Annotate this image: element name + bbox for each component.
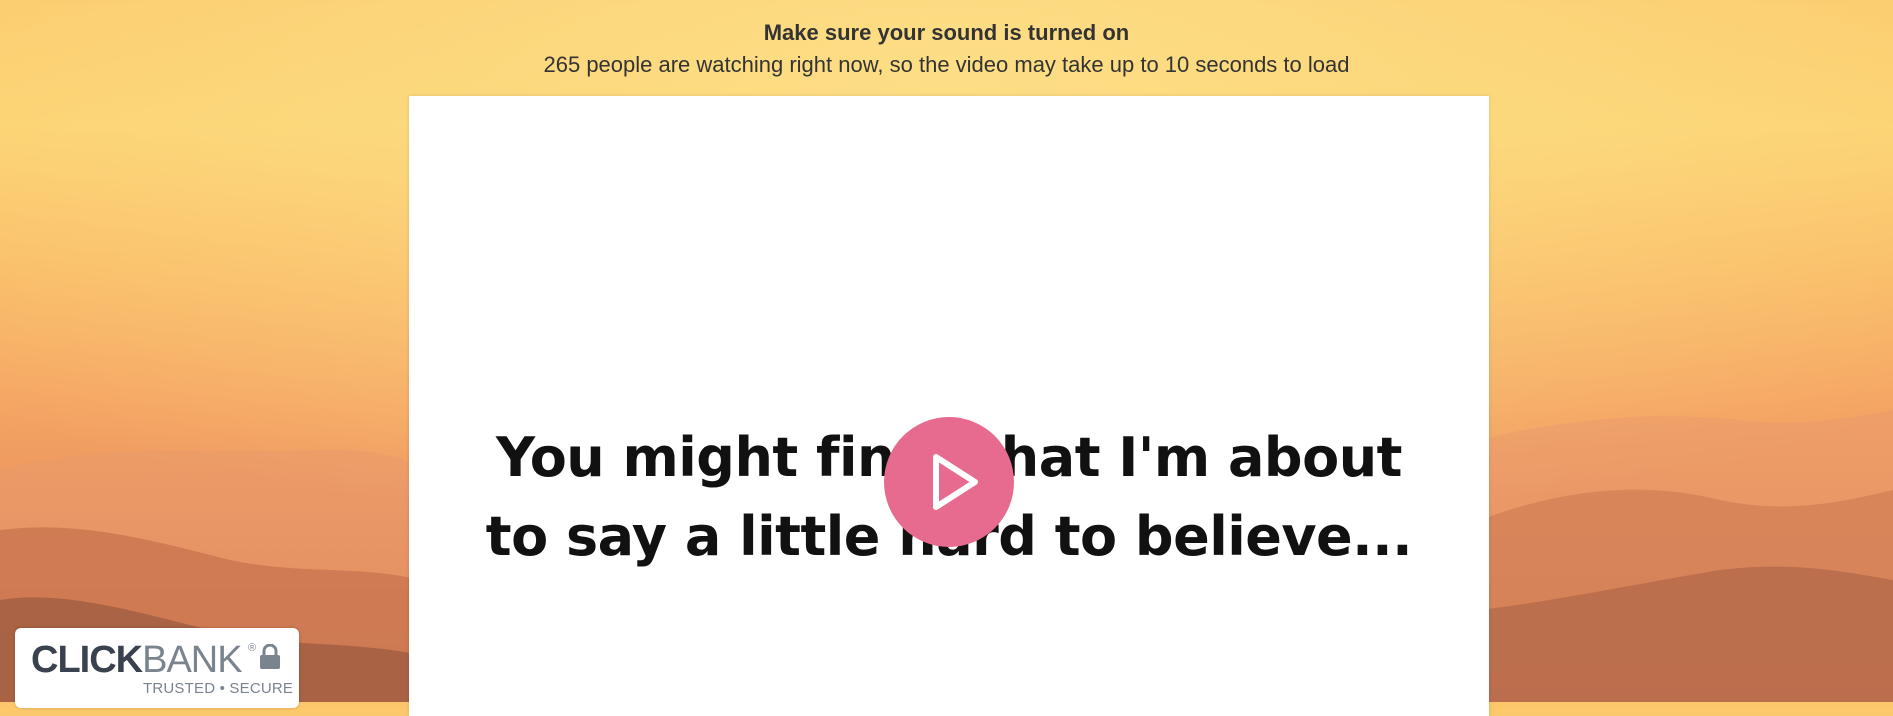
- sound-notice-title: Make sure your sound is turned on: [763, 20, 1130, 45]
- viewers-notice: 265 people are watching right now, so th…: [543, 52, 1350, 77]
- play-icon: [884, 417, 1014, 547]
- lock-icon: [259, 643, 281, 675]
- badge-tagline: TRUSTED • SECURE: [143, 680, 294, 697]
- video-player[interactable]: You might find what I'm about to say a l…: [409, 96, 1489, 716]
- brand-light-text: BANK: [142, 639, 242, 681]
- clickbank-logo: CLICKBANK: [31, 639, 243, 681]
- registered-mark: ®: [248, 642, 257, 654]
- brand-bold-text: CLICK: [31, 639, 143, 681]
- play-button[interactable]: [884, 417, 1014, 547]
- clickbank-badge[interactable]: CLICKBANK ® TRUSTED • SECURE: [15, 628, 299, 708]
